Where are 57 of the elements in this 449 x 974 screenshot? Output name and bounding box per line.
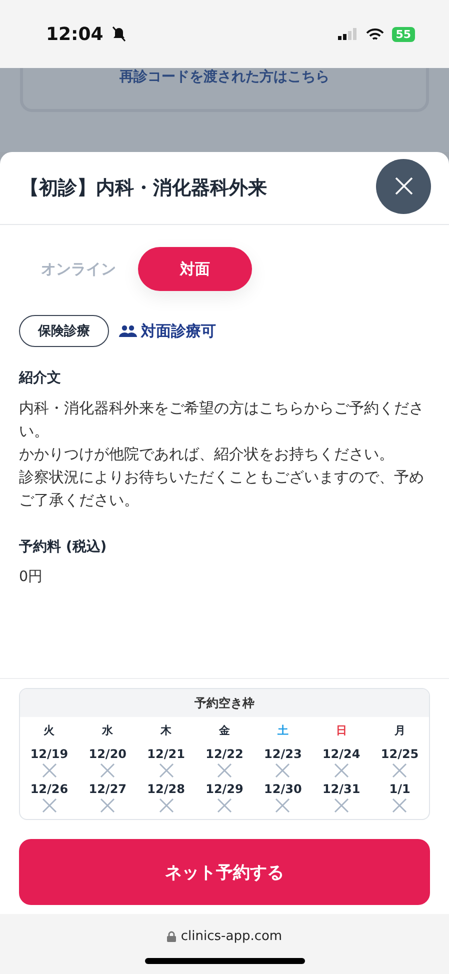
weekday-label: 火	[44, 723, 55, 739]
slot-date: 12/30	[264, 782, 302, 796]
url-text: clinics-app.com	[180, 929, 282, 944]
battery-level: 55	[392, 26, 415, 42]
slot-date: 12/29	[206, 782, 244, 796]
muted-bell-icon	[111, 26, 128, 42]
cross-icon	[334, 763, 349, 778]
slot-date: 12/31	[322, 782, 360, 796]
intro-text: 内科・消化器科外来をご希望の方はこちらからご予約ください。	[19, 398, 425, 442]
cross-icon	[100, 763, 116, 778]
insurance-tag: 保険診療	[19, 315, 109, 347]
slot-date: 12/20	[88, 747, 127, 761]
cross-icon	[392, 798, 408, 813]
people-icon	[119, 325, 137, 337]
cross-icon	[275, 763, 290, 778]
weekday-label: 金	[218, 723, 230, 739]
intro-text: かかりつけが他院であれば、紹介状をお持ちください。	[19, 444, 395, 465]
clock-time: 12:04	[46, 24, 104, 44]
cross-icon	[100, 798, 116, 813]
weekday-label: 水	[102, 723, 114, 739]
intro-text: 診察状況によりお待ちいただくこともございますので、予めご了承ください。	[19, 467, 425, 511]
weekday-label: 土	[277, 723, 288, 739]
slot-date: 12/25	[380, 747, 419, 761]
slot-date: 1/1	[389, 782, 410, 796]
slot-date: 12/23	[264, 747, 302, 761]
mode-tab[interactable]: 対面	[138, 247, 252, 291]
fee-value: 0円	[19, 568, 44, 587]
close-icon	[394, 177, 412, 195]
cross-icon	[42, 763, 57, 778]
cross-icon	[158, 798, 174, 813]
sheet-title: 【初診】内科・消化器科外来	[20, 176, 267, 201]
slot-date: 12/22	[206, 747, 244, 761]
weekday-label: 月	[394, 723, 406, 739]
slot-date: 12/21	[147, 747, 185, 761]
signal-icon	[338, 28, 358, 40]
intro-heading: 紹介文	[19, 369, 62, 387]
wifi-icon	[366, 28, 384, 40]
cross-icon	[334, 798, 349, 813]
weekday-label: 木	[160, 723, 172, 739]
cross-icon	[275, 798, 290, 813]
fee-heading: 予約料 (税込)	[19, 538, 108, 556]
slot-date: 12/27	[88, 782, 127, 796]
weekday-label: 日	[336, 723, 347, 739]
slot-date: 12/24	[322, 747, 360, 761]
cross-icon	[42, 798, 57, 813]
lock-icon	[166, 931, 176, 942]
calendar-title: 予約空き枠	[20, 689, 429, 717]
cross-icon	[392, 763, 408, 778]
slot-date: 12/28	[147, 782, 185, 796]
in-person-label: 対面診療可	[141, 322, 216, 340]
cross-icon	[216, 763, 232, 778]
revisit-code-link[interactable]: 再診コードを渡された方はこちら	[120, 68, 330, 86]
slot-date: 12/19	[30, 747, 68, 761]
cross-icon	[158, 763, 174, 778]
cross-icon	[216, 798, 232, 813]
book-online-button[interactable]: ネット予約する	[19, 839, 430, 905]
slot-date: 12/26	[30, 782, 68, 796]
